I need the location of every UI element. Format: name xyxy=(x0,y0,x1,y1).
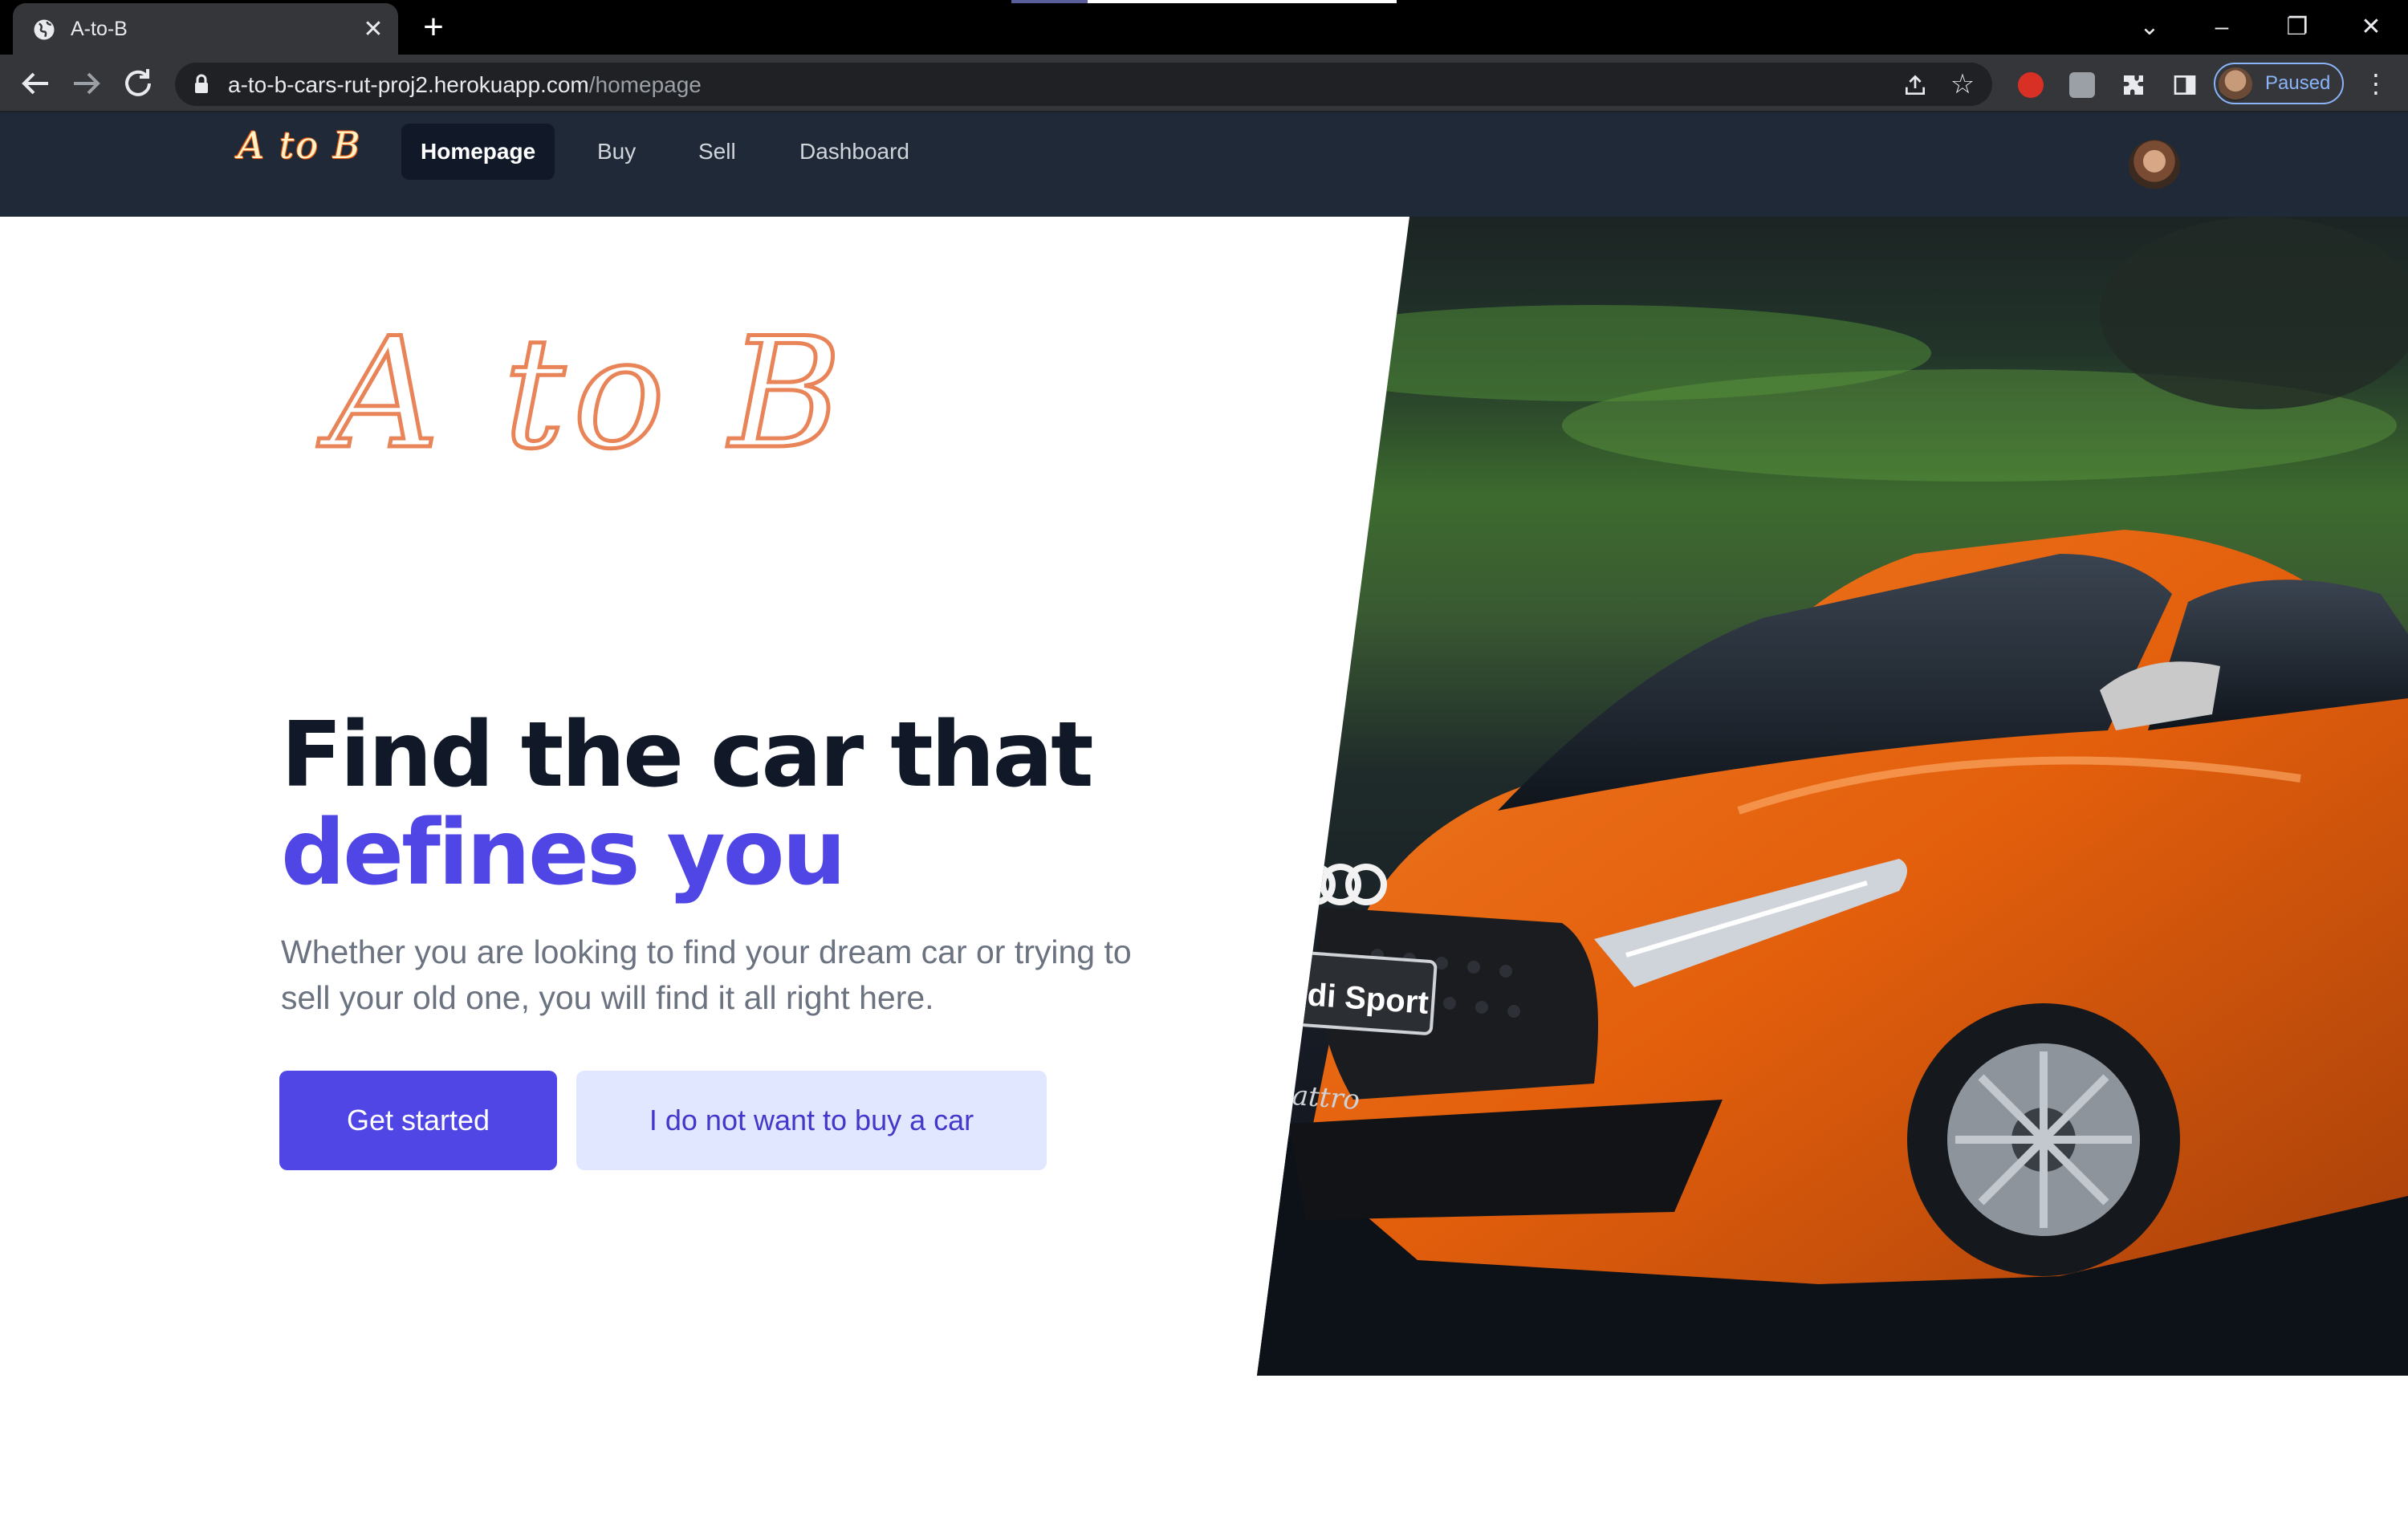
profile-avatar xyxy=(2219,67,2252,101)
url-text: a-to-b-cars-rut-proj2.herokuapp.com/home… xyxy=(228,72,702,98)
nav-link-dashboard[interactable]: Dashboard xyxy=(780,124,929,180)
brand-logo[interactable]: A to B xyxy=(238,124,361,167)
puzzle-extensions-icon[interactable] xyxy=(2121,72,2146,98)
side-panel-icon[interactable] xyxy=(2172,72,2198,98)
tab-strip-indicator xyxy=(1011,0,1397,3)
address-bar[interactable]: a-to-b-cars-rut-proj2.herokuapp.com/home… xyxy=(175,63,1992,106)
nav-link-sell[interactable]: Sell xyxy=(679,124,755,180)
tab-title: A-to-B xyxy=(71,18,128,40)
car-illustration: Audi Sport quattro xyxy=(1257,217,2408,1376)
hero-car-image: Audi Sport quattro xyxy=(1257,217,2408,1376)
browser-menu-icon[interactable]: ⋮ xyxy=(2363,71,2389,98)
hero-headline: Find the car that defines you xyxy=(281,703,1094,905)
close-window-icon[interactable]: ✕ xyxy=(2352,8,2390,47)
bookmark-star-icon[interactable]: ☆ xyxy=(1949,71,1976,98)
url-path: /homepage xyxy=(588,72,702,97)
hero-subtext: Whether you are looking to find your dre… xyxy=(281,933,1132,1016)
hero-logo: A to B xyxy=(327,303,850,485)
grille-text: quattro xyxy=(1257,1077,1361,1116)
close-tab-icon[interactable]: ✕ xyxy=(360,16,387,43)
do-not-buy-button[interactable]: I do not want to buy a car xyxy=(576,1071,1047,1170)
minimize-icon[interactable]: – xyxy=(2203,8,2241,47)
browser-tab-bar: A-to-B ✕ + ⌄ – ❐ ✕ xyxy=(0,0,2408,55)
site-navbar: A to B Homepage Buy Sell Dashboard xyxy=(0,112,2408,217)
extension-icon[interactable] xyxy=(2069,72,2095,98)
reload-icon[interactable] xyxy=(119,64,157,103)
new-tab-button[interactable]: + xyxy=(417,10,449,45)
lock-icon xyxy=(195,74,208,93)
headline-line-2: defines you xyxy=(281,801,846,905)
nav-link-homepage[interactable]: Homepage xyxy=(401,124,555,180)
back-icon[interactable] xyxy=(16,64,55,103)
url-host: a-to-b-cars-rut-proj2.herokuapp.com xyxy=(228,72,589,97)
tab-search-chevron-icon[interactable]: ⌄ xyxy=(2130,8,2169,47)
headline-line-1: Find the car that xyxy=(281,703,1094,807)
nav-link-buy[interactable]: Buy xyxy=(578,124,655,180)
adblock-extension-icon[interactable] xyxy=(2018,72,2044,98)
user-avatar[interactable] xyxy=(2129,140,2180,191)
profile-status: Paused xyxy=(2265,72,2331,94)
share-icon[interactable] xyxy=(1902,72,1928,98)
browser-tab[interactable]: A-to-B ✕ xyxy=(13,3,398,55)
restore-icon[interactable]: ❐ xyxy=(2278,8,2316,47)
profile-button[interactable]: Paused xyxy=(2214,63,2344,104)
forward-icon[interactable] xyxy=(67,64,106,103)
browser-toolbar: a-to-b-cars-rut-proj2.herokuapp.com/home… xyxy=(0,55,2408,112)
get-started-button[interactable]: Get started xyxy=(279,1071,557,1170)
globe-icon xyxy=(34,19,55,40)
